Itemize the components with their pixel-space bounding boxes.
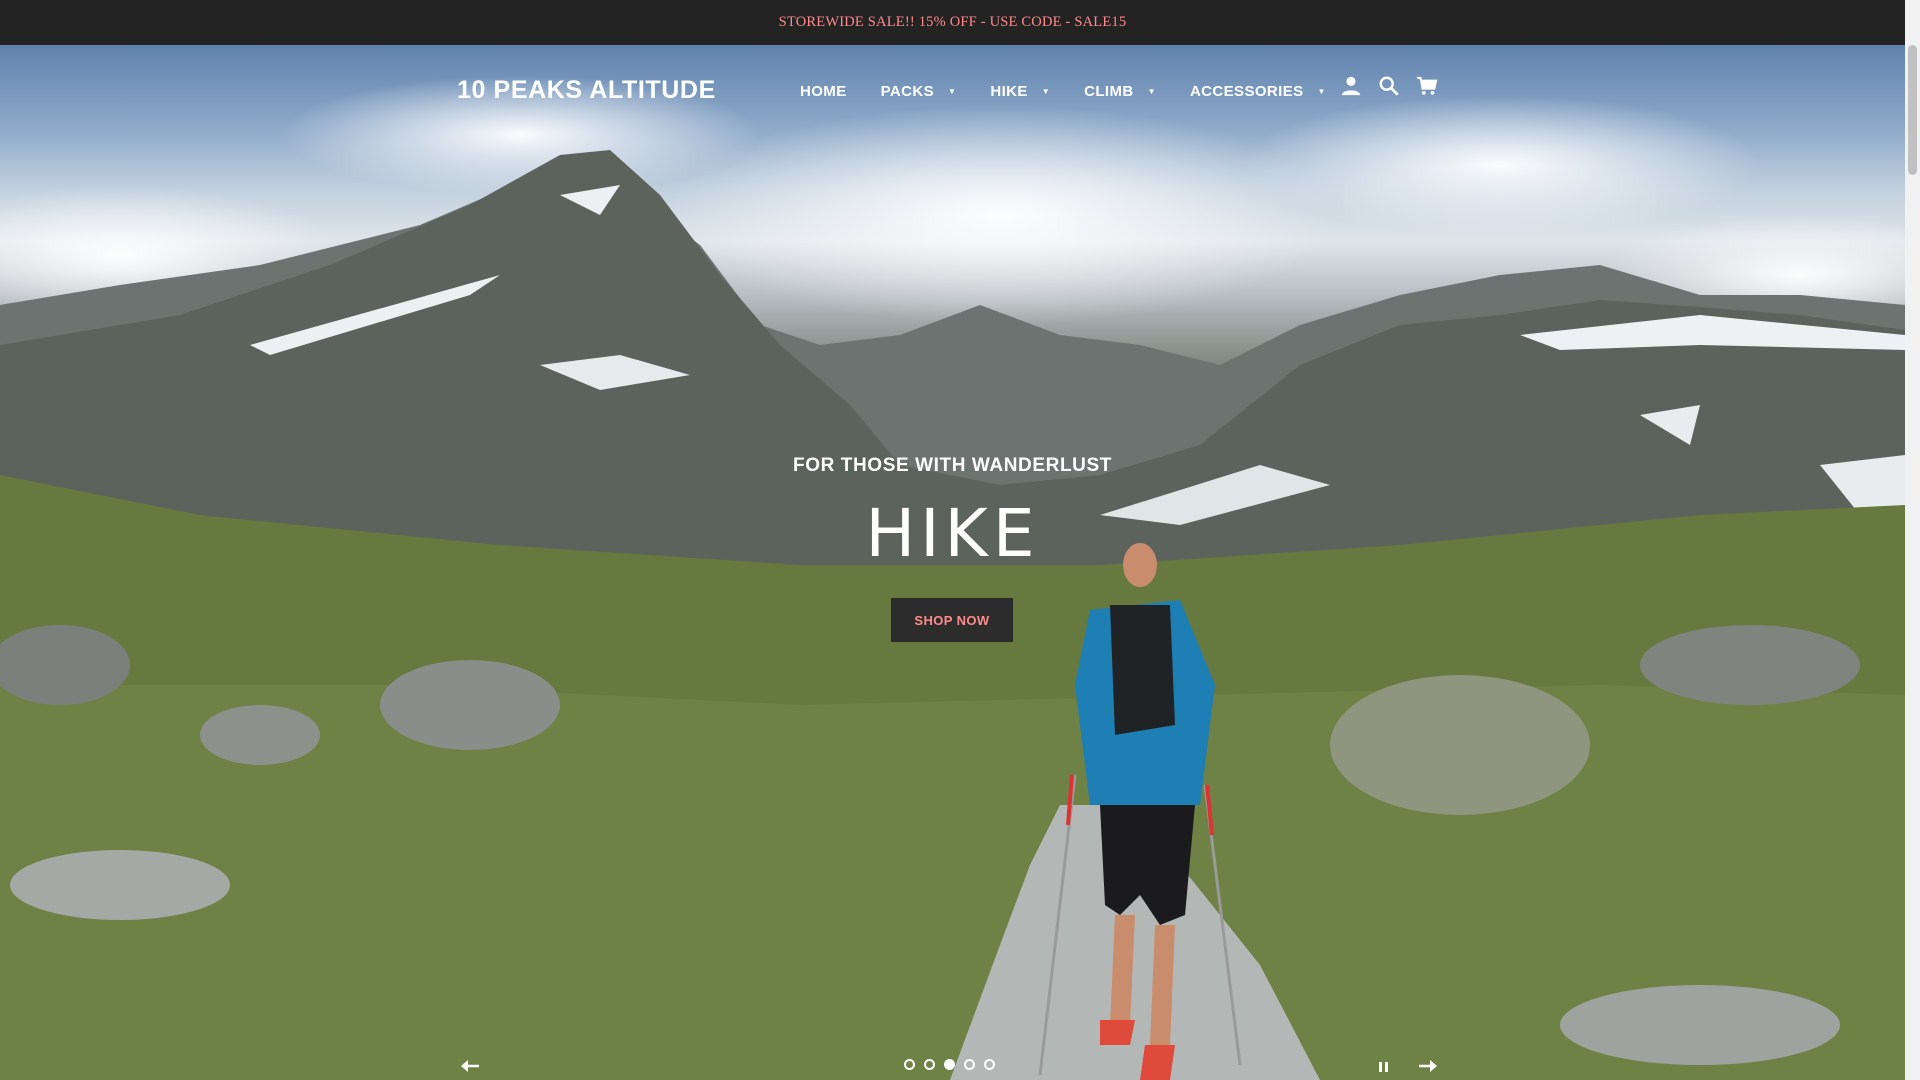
nav-item-label: CLIMB (1084, 83, 1134, 100)
hero-headline: HIKE (865, 495, 1040, 572)
slide-dot-3[interactable] (944, 1059, 955, 1070)
prev-arrow-icon[interactable] (455, 1051, 485, 1080)
search-icon[interactable] (1378, 75, 1400, 97)
chevron-down-icon: ▼ (948, 87, 957, 96)
nav-item-label: PACKS (880, 83, 935, 100)
announcement-text: STOREWIDE SALE!! 15% OFF - USE CODE - SA… (778, 14, 1127, 30)
chevron-down-icon: ▼ (1147, 87, 1156, 96)
shop-now-button[interactable]: SHOP NOW (891, 598, 1013, 642)
nav-item-hike[interactable]: HIKE ▼ (990, 83, 1050, 100)
slideshow-controls (0, 1051, 1905, 1080)
nav-item-climb[interactable]: CLIMB ▼ (1084, 83, 1156, 100)
hero-slideshow: 10 PEAKS ALTITUDE HOME PACKS ▼ HIKE ▼ CL… (0, 45, 1905, 1080)
nav-item-label: HOME (800, 83, 847, 100)
account-icon[interactable] (1340, 75, 1362, 97)
chevron-down-icon: ▼ (1041, 87, 1051, 96)
hero-eyebrow: FOR THOSE WITH WANDERLUST (793, 455, 1112, 476)
chevron-down-icon: ▼ (1317, 87, 1326, 96)
slide-dots (904, 1059, 1004, 1070)
nav-item-label: ACCESSORIES (1189, 83, 1304, 100)
scrollbar-thumb[interactable] (1908, 45, 1917, 175)
nav-item-label: HIKE (990, 83, 1028, 100)
site-name[interactable]: 10 PEAKS ALTITUDE (457, 76, 716, 105)
slide-dot-4[interactable] (964, 1059, 975, 1070)
slide-dot-5[interactable] (984, 1059, 995, 1070)
announcement-bar: STOREWIDE SALE!! 15% OFF - USE CODE - SA… (0, 0, 1905, 45)
next-arrow-icon[interactable] (1413, 1051, 1443, 1080)
slide-dot-2[interactable] (924, 1059, 935, 1070)
nav-item-accessories[interactable]: ACCESSORIES ▼ (1190, 83, 1326, 100)
page-scrollbar[interactable] (1905, 0, 1920, 1080)
nav-item-packs[interactable]: PACKS ▼ (881, 83, 957, 100)
slide-dot-1[interactable] (904, 1059, 915, 1070)
header-icons (1340, 75, 1454, 97)
main-nav: HOME PACKS ▼ HIKE ▼ CLIMB ▼ ACCESSORIES … (800, 83, 1360, 100)
cart-icon[interactable] (1416, 75, 1438, 97)
nav-item-home[interactable]: HOME (800, 83, 847, 100)
pause-icon[interactable] (1372, 1055, 1396, 1079)
